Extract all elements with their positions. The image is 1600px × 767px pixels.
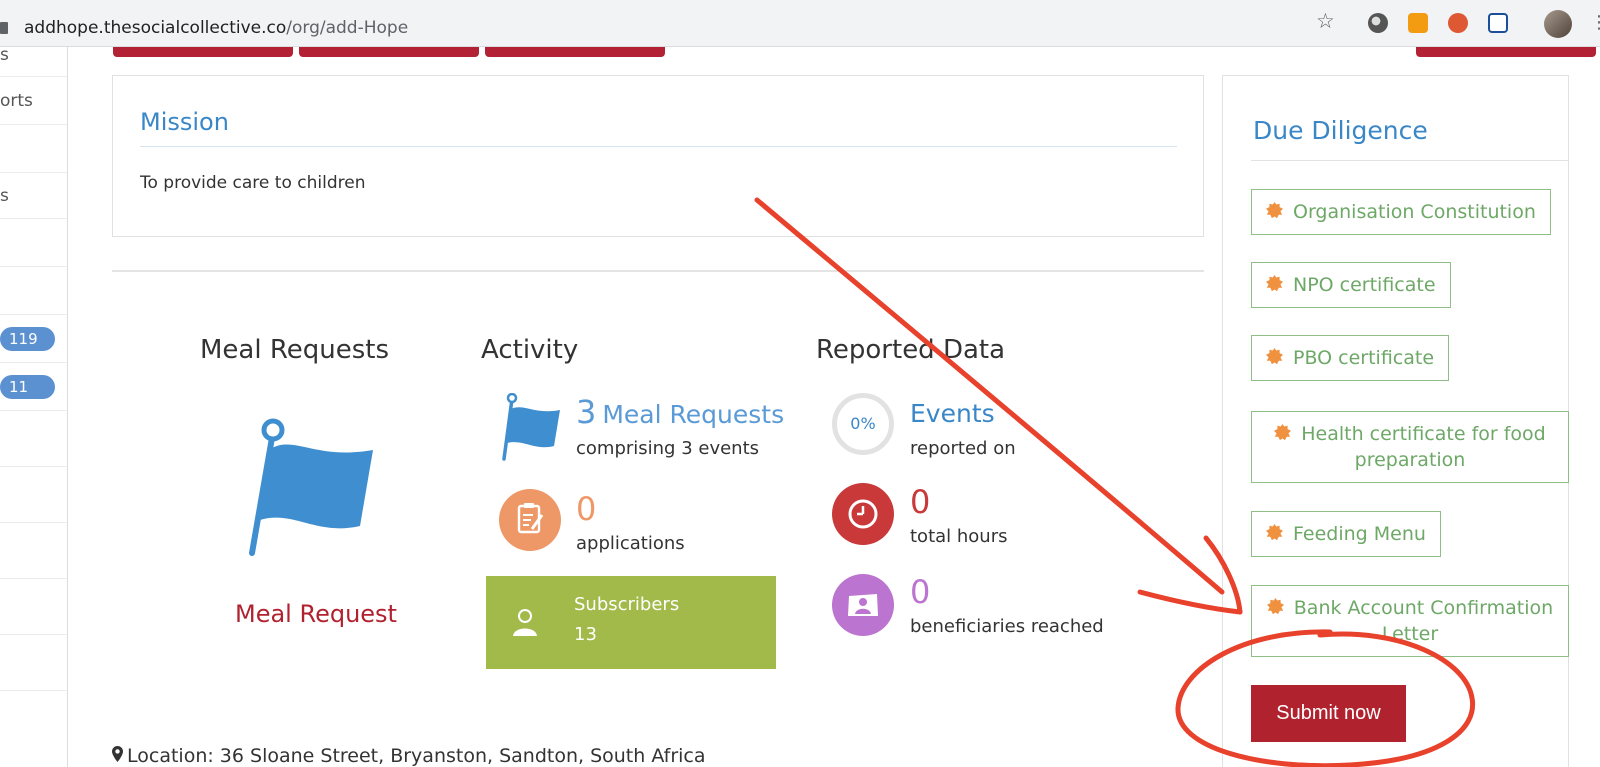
divider xyxy=(112,270,1204,272)
document-label: NPO certificate xyxy=(1293,274,1436,296)
meal-requests-stat[interactable]: 3 Meal Requests xyxy=(576,395,784,432)
sidebar-item[interactable]: 11 xyxy=(0,363,67,411)
subscribers-label: Subscribers xyxy=(574,594,680,615)
flag-icon xyxy=(502,393,560,461)
sidebar-item[interactable] xyxy=(0,579,67,635)
subscribers-card[interactable]: Subscribers 13 xyxy=(486,576,776,669)
activity-title: Activity xyxy=(481,335,579,365)
certificate-badge-icon xyxy=(1266,524,1283,541)
rss-extension-icon[interactable] xyxy=(1408,13,1428,33)
events-progress-ring: 0% xyxy=(832,393,894,455)
tab-button[interactable] xyxy=(113,47,293,57)
document-label: Organisation Constitution xyxy=(1293,201,1536,223)
beneficiaries-icon xyxy=(832,574,894,636)
sidebar-item-label: s xyxy=(0,45,9,65)
upload-extension-icon[interactable] xyxy=(1488,13,1508,33)
document-label: PBO certificate xyxy=(1293,347,1435,369)
reported-data-title: Reported Data xyxy=(816,335,1006,365)
certificate-badge-icon xyxy=(1266,202,1283,219)
divider xyxy=(1251,160,1569,161)
tab-button[interactable] xyxy=(1416,47,1596,57)
meal-requests-sub: comprising 3 events xyxy=(576,438,760,459)
location-line: Location: 36 Sloane Street, Bryanston, S… xyxy=(112,745,706,767)
applications-count: 0 xyxy=(576,490,597,528)
clipboard-icon xyxy=(499,489,561,551)
url-host: addhope.thesocialcollective.co xyxy=(24,18,287,38)
document-upload-button[interactable]: Health certificate for food preparation xyxy=(1251,411,1569,483)
due-diligence-title: Due Diligence xyxy=(1253,116,1428,145)
certificate-badge-icon xyxy=(1274,424,1292,441)
mission-title: Mission xyxy=(140,108,229,136)
certificate-badge-icon xyxy=(1266,275,1283,292)
url-text[interactable]: addhope.thesocialcollective.co/org/add-H… xyxy=(24,18,408,38)
bookmark-star-icon[interactable]: ☆ xyxy=(1316,11,1335,32)
user-icon xyxy=(513,609,537,636)
sidebar-item[interactable] xyxy=(0,219,67,267)
submit-now-button[interactable]: Submit now xyxy=(1251,685,1406,742)
profile-avatar[interactable] xyxy=(1544,10,1572,38)
url-path: /org/add-Hope xyxy=(286,18,409,38)
subscribers-count: 13 xyxy=(574,624,597,645)
lock-icon xyxy=(0,22,8,34)
flag-icon xyxy=(249,418,373,556)
meal-requests-title: Meal Requests xyxy=(200,335,390,365)
browser-toolbar: addhope.thesocialcollective.co/org/add-H… xyxy=(0,0,1600,47)
sidebar-item-label: s xyxy=(0,185,9,206)
meal-request-link[interactable]: Meal Request xyxy=(235,600,397,628)
events-sub: reported on xyxy=(910,438,1016,459)
document-label: Bank Account Confirmation Letter xyxy=(1293,597,1554,645)
mission-text: To provide care to children xyxy=(140,173,366,193)
sidebar-item[interactable] xyxy=(0,635,67,691)
count-badge: 11 xyxy=(0,374,55,399)
certificate-badge-icon xyxy=(1266,598,1284,615)
beneficiaries-count: 0 xyxy=(910,573,931,611)
sidebar-item[interactable] xyxy=(0,125,67,173)
sidebar-item[interactable]: 119 xyxy=(0,315,67,363)
document-label: Health certificate for food preparation xyxy=(1301,423,1546,471)
tab-button[interactable] xyxy=(485,47,665,57)
meal-requests-label: Meal Requests xyxy=(602,400,785,429)
sidebar-item[interactable]: s xyxy=(0,45,67,77)
document-upload-button[interactable]: Feeding Menu xyxy=(1251,511,1441,557)
sidebar: s orts s 119 11 xyxy=(0,45,68,767)
document-label: Feeding Menu xyxy=(1293,523,1426,545)
tab-button[interactable] xyxy=(299,47,479,57)
document-upload-button[interactable]: PBO certificate xyxy=(1251,335,1450,381)
sidebar-item[interactable] xyxy=(0,523,67,579)
sidebar-item[interactable]: orts xyxy=(0,77,67,125)
map-marker-icon xyxy=(112,746,123,762)
extension-icon[interactable] xyxy=(1368,13,1388,33)
events-label[interactable]: Events xyxy=(910,397,995,431)
address-bar[interactable]: addhope.thesocialcollective.co/org/add-H… xyxy=(0,5,1346,42)
sidebar-item[interactable] xyxy=(0,267,67,315)
location-text: Location: 36 Sloane Street, Bryanston, S… xyxy=(127,745,706,767)
hours-sub: total hours xyxy=(910,526,1008,547)
sidebar-item[interactable] xyxy=(0,411,67,467)
events-percent: 0% xyxy=(850,414,876,433)
count-badge: 119 xyxy=(0,326,55,351)
document-upload-button[interactable]: Organisation Constitution xyxy=(1251,189,1551,235)
sidebar-item-label: orts xyxy=(0,90,33,111)
sidebar-item[interactable] xyxy=(0,467,67,523)
meal-requests-count: 3 xyxy=(576,393,597,431)
browser-menu-icon[interactable]: ⋮ xyxy=(1590,12,1600,33)
sidebar-item[interactable]: s xyxy=(0,173,67,219)
beneficiaries-sub: beneficiaries reached xyxy=(910,616,1104,637)
clock-icon xyxy=(832,483,894,545)
mission-panel: Mission To provide care to children xyxy=(112,75,1204,237)
document-upload-button[interactable]: NPO certificate xyxy=(1251,262,1451,308)
duckduckgo-extension-icon[interactable] xyxy=(1448,13,1468,33)
document-upload-button[interactable]: Bank Account Confirmation Letter xyxy=(1251,585,1569,657)
certificate-badge-icon xyxy=(1266,348,1283,365)
divider xyxy=(140,146,1177,147)
applications-sub: applications xyxy=(576,533,685,554)
hours-count: 0 xyxy=(910,483,931,521)
due-diligence-panel: Due Diligence Organisation Constitution … xyxy=(1222,75,1569,767)
